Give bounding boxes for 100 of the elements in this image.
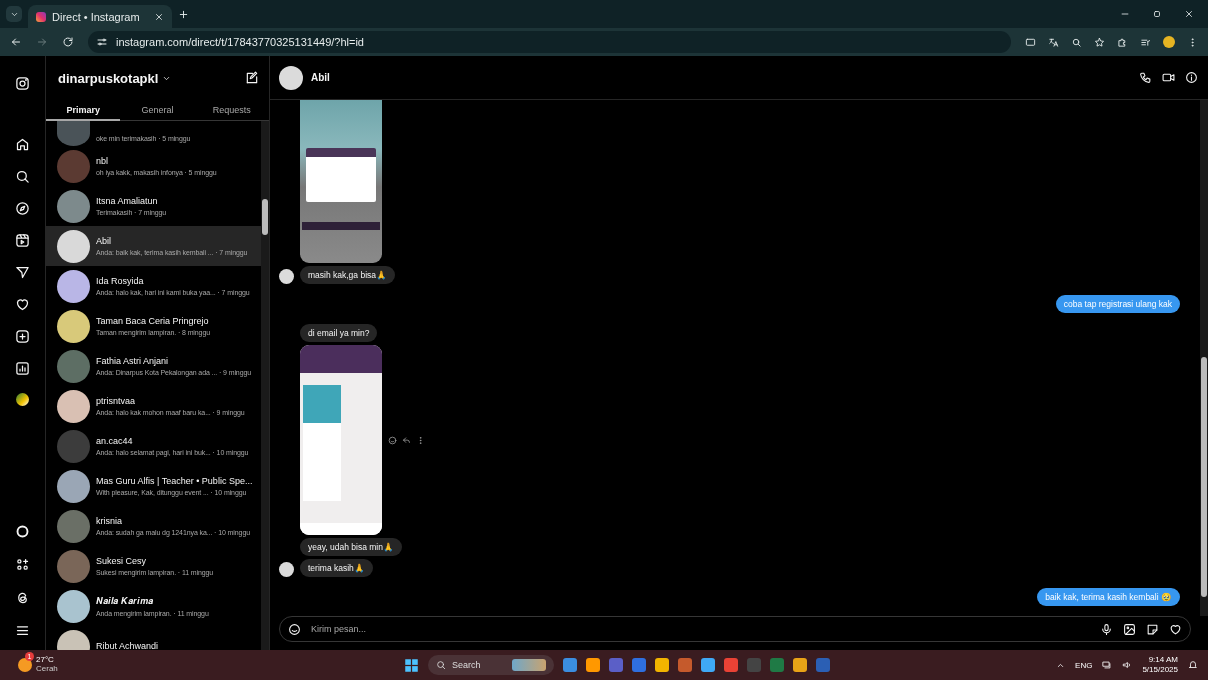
info-icon[interactable]: [1185, 71, 1198, 84]
contact-name: Abil: [96, 236, 112, 246]
contact-name: nbl: [96, 156, 109, 166]
default-avatar[interactable]: [279, 65, 303, 90]
avatar-photo: [57, 189, 90, 223]
close-icon[interactable]: [1184, 9, 1194, 19]
default-avatar: [57, 229, 90, 263]
more-vertical-icon[interactable]: [416, 435, 425, 445]
message-bubble: masih kak,ga bisa🙏: [300, 266, 396, 284]
close-icon[interactable]: [154, 11, 164, 22]
restore-icon[interactable]: [1152, 9, 1162, 19]
extensions-icon[interactable]: [1117, 36, 1128, 48]
avatar-photo: [57, 389, 90, 423]
scrollbar[interactable]: [261, 121, 269, 650]
new-tab-icon[interactable]: [178, 8, 189, 20]
send-icon[interactable]: [15, 265, 30, 280]
heart-icon[interactable]: [1169, 622, 1182, 636]
translate-icon[interactable]: [1048, 36, 1059, 48]
bell-icon[interactable]: [1188, 660, 1198, 670]
message-bubble: terima kasih🙏: [300, 559, 373, 577]
inbox-tab[interactable]: Requests: [194, 100, 269, 121]
temperature: 27°C: [36, 656, 55, 665]
message-input[interactable]: Kirim pesan...: [309, 623, 1092, 635]
app-icon[interactable]: [562, 658, 577, 672]
plus-square-icon[interactable]: [15, 329, 30, 344]
avatar-photo: [57, 269, 90, 303]
microphone-icon[interactable]: [1100, 622, 1113, 636]
contact-name: Fathia Astri Anjani: [96, 356, 170, 366]
screen-cast-icon[interactable]: [1025, 36, 1036, 48]
avatar-photo: [57, 469, 90, 503]
start-icon[interactable]: [403, 657, 419, 673]
menu-icon[interactable]: [15, 623, 30, 638]
back-icon[interactable]: [10, 36, 22, 48]
video-camera-icon[interactable]: [1162, 71, 1175, 84]
contact-name: 𝑵𝒂𝒊𝒍𝒂 𝑲𝒂𝒓𝒊𝒎𝒂: [96, 595, 154, 607]
image-icon[interactable]: [1123, 622, 1136, 636]
message-bubble: yeay, udah bisa min🙏: [300, 538, 402, 556]
heart-icon[interactable]: [15, 297, 30, 312]
star-icon[interactable]: [1094, 36, 1105, 48]
instagram-favicon: [36, 11, 46, 22]
avatar-photo: [57, 589, 90, 623]
reply-icon[interactable]: [402, 435, 411, 445]
contact-name: an.cac44: [96, 436, 134, 446]
default-avatar: [279, 562, 294, 577]
contact-name: krisnia: [96, 516, 123, 526]
speaker-icon[interactable]: [1122, 660, 1133, 670]
inbox-tab[interactable]: General: [120, 100, 195, 121]
avatar-photo: [57, 149, 90, 183]
default-avatar: [279, 269, 294, 284]
message-bubble: di email ya min?: [300, 324, 378, 342]
search-icon[interactable]: [15, 169, 30, 184]
message-bubble: coba tap registrasi ulang kak: [1055, 295, 1180, 313]
chat-name[interactable]: Abil: [311, 72, 330, 83]
weather-icon: [18, 658, 32, 672]
app-icon[interactable]: [677, 658, 692, 672]
reload-icon[interactable]: [62, 36, 74, 48]
site-settings-icon: [96, 36, 108, 48]
contact-name: Mas Guru Alfis | Teacher • Public Spe...: [96, 476, 253, 486]
clock[interactable]: 9:14 AM 5/15/2025: [1142, 655, 1178, 675]
avatar-photo: [57, 121, 90, 146]
avatar-photo: [57, 509, 90, 543]
compose-icon[interactable]: [245, 71, 259, 85]
contact-name: ptrisntvaa: [96, 396, 137, 406]
threads-icon[interactable]: [15, 590, 30, 605]
app-icon[interactable]: [585, 658, 600, 672]
contact-name: Ribut Achwandi: [96, 641, 159, 650]
network-icon[interactable]: [1102, 660, 1113, 670]
instagram-logo-icon[interactable]: [15, 76, 30, 91]
search-icon: [435, 660, 446, 670]
app-icon[interactable]: [700, 658, 715, 672]
ring-icon[interactable]: [15, 524, 30, 539]
contact-name: Ida Rosyida: [96, 276, 145, 286]
compass-icon[interactable]: [15, 201, 30, 216]
contact-name: Sukesi Cesy: [96, 556, 148, 566]
contact-name: Itsna Amaliatun: [96, 196, 159, 206]
avatar-photo: [57, 309, 90, 343]
language-indicator[interactable]: ENG: [1075, 660, 1093, 670]
scrollbar[interactable]: [1200, 100, 1208, 616]
reels-icon[interactable]: [15, 233, 30, 248]
profile-avatar[interactable]: [16, 393, 29, 406]
home-icon[interactable]: [15, 137, 30, 152]
avatar-photo: [57, 429, 90, 463]
chart-icon[interactable]: [15, 361, 30, 376]
app-icon[interactable]: [654, 658, 669, 672]
message-bubble: baik kak, terima kasih kembali 🥹: [1037, 588, 1180, 606]
weather-condition: Cerah: [36, 665, 58, 674]
username: dinarpuskotapkl: [58, 70, 159, 86]
profile-avatar[interactable]: [1163, 36, 1175, 48]
apps-icon[interactable]: [15, 557, 30, 572]
zoom-icon[interactable]: [1071, 36, 1082, 48]
app-icon[interactable]: [792, 658, 807, 672]
contact-name: Taman Baca Ceria Pringrejo: [96, 316, 210, 326]
search-field[interactable]: Search: [427, 655, 554, 675]
address-bar[interactable]: instagram.com/direct/t/17843770325131449/?hl=id: [88, 31, 1011, 53]
avatar-photo: [57, 349, 90, 383]
browser-tab[interactable]: Direct • Instagram: [28, 5, 172, 28]
app-icon[interactable]: [723, 658, 738, 672]
phone-icon[interactable]: [1139, 71, 1152, 84]
sticker-icon[interactable]: [1146, 622, 1159, 636]
avatar-photo: [57, 549, 90, 583]
